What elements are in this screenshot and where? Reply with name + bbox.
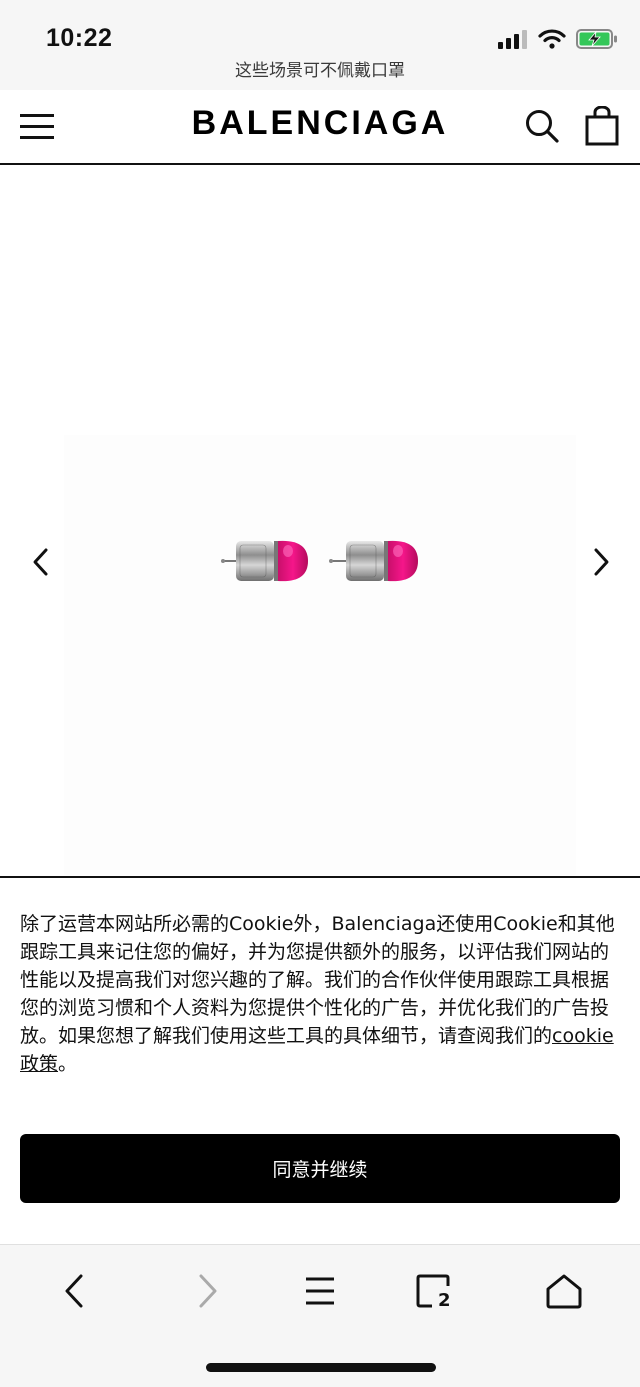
status-icons <box>498 28 618 50</box>
gallery-next-button[interactable] <box>586 547 616 577</box>
shopping-bag-icon <box>585 105 619 146</box>
cookie-text-body: 除了运营本网站所必需的Cookie外，Balenciaga还使用Cookie和其… <box>20 913 615 1047</box>
menu-lines-icon <box>306 1277 334 1305</box>
chevron-right-icon <box>594 548 609 576</box>
browser-tabs-button[interactable]: 2 <box>412 1269 456 1313</box>
status-time: 10:22 <box>46 24 113 52</box>
accept-continue-button[interactable]: 同意并继续 <box>20 1134 620 1203</box>
product-image <box>64 435 576 875</box>
gallery-prev-button[interactable] <box>26 547 56 577</box>
back-icon <box>65 1274 83 1308</box>
tabs-count: 2 <box>438 1290 451 1308</box>
status-subtitle: 这些场景可不佩戴口罩 <box>235 61 405 81</box>
browser-forward-button[interactable] <box>186 1269 230 1313</box>
browser-back-button[interactable] <box>52 1269 96 1313</box>
browser-menu-button[interactable] <box>298 1269 342 1313</box>
status-bar: 10:22 这些场景可不佩戴口罩 <box>0 0 640 90</box>
chevron-left-icon <box>33 548 48 576</box>
search-icon <box>526 110 559 143</box>
cookie-text: 除了运营本网站所必需的Cookie外，Balenciaga还使用Cookie和其… <box>20 910 624 1078</box>
signal-icon <box>498 30 527 49</box>
product-gallery <box>0 165 640 876</box>
battery-charging-icon <box>576 29 617 49</box>
browser-toolbar: 2 <box>0 1244 640 1387</box>
cookie-consent-panel: 除了运营本网站所必需的Cookie外，Balenciaga还使用Cookie和其… <box>0 876 640 1244</box>
wifi-icon <box>538 29 566 49</box>
home-indicator[interactable] <box>206 1363 436 1372</box>
site-header: BALENCIAGA <box>0 90 640 165</box>
forward-icon <box>199 1274 217 1308</box>
home-icon <box>546 1274 582 1309</box>
tabs-icon: 2 <box>416 1274 451 1308</box>
browser-home-button[interactable] <box>542 1269 586 1313</box>
shopping-bag-button[interactable] <box>584 105 620 146</box>
cookie-text-end: 。 <box>58 1053 78 1075</box>
earrings-image <box>221 540 418 582</box>
search-button[interactable] <box>524 108 560 144</box>
